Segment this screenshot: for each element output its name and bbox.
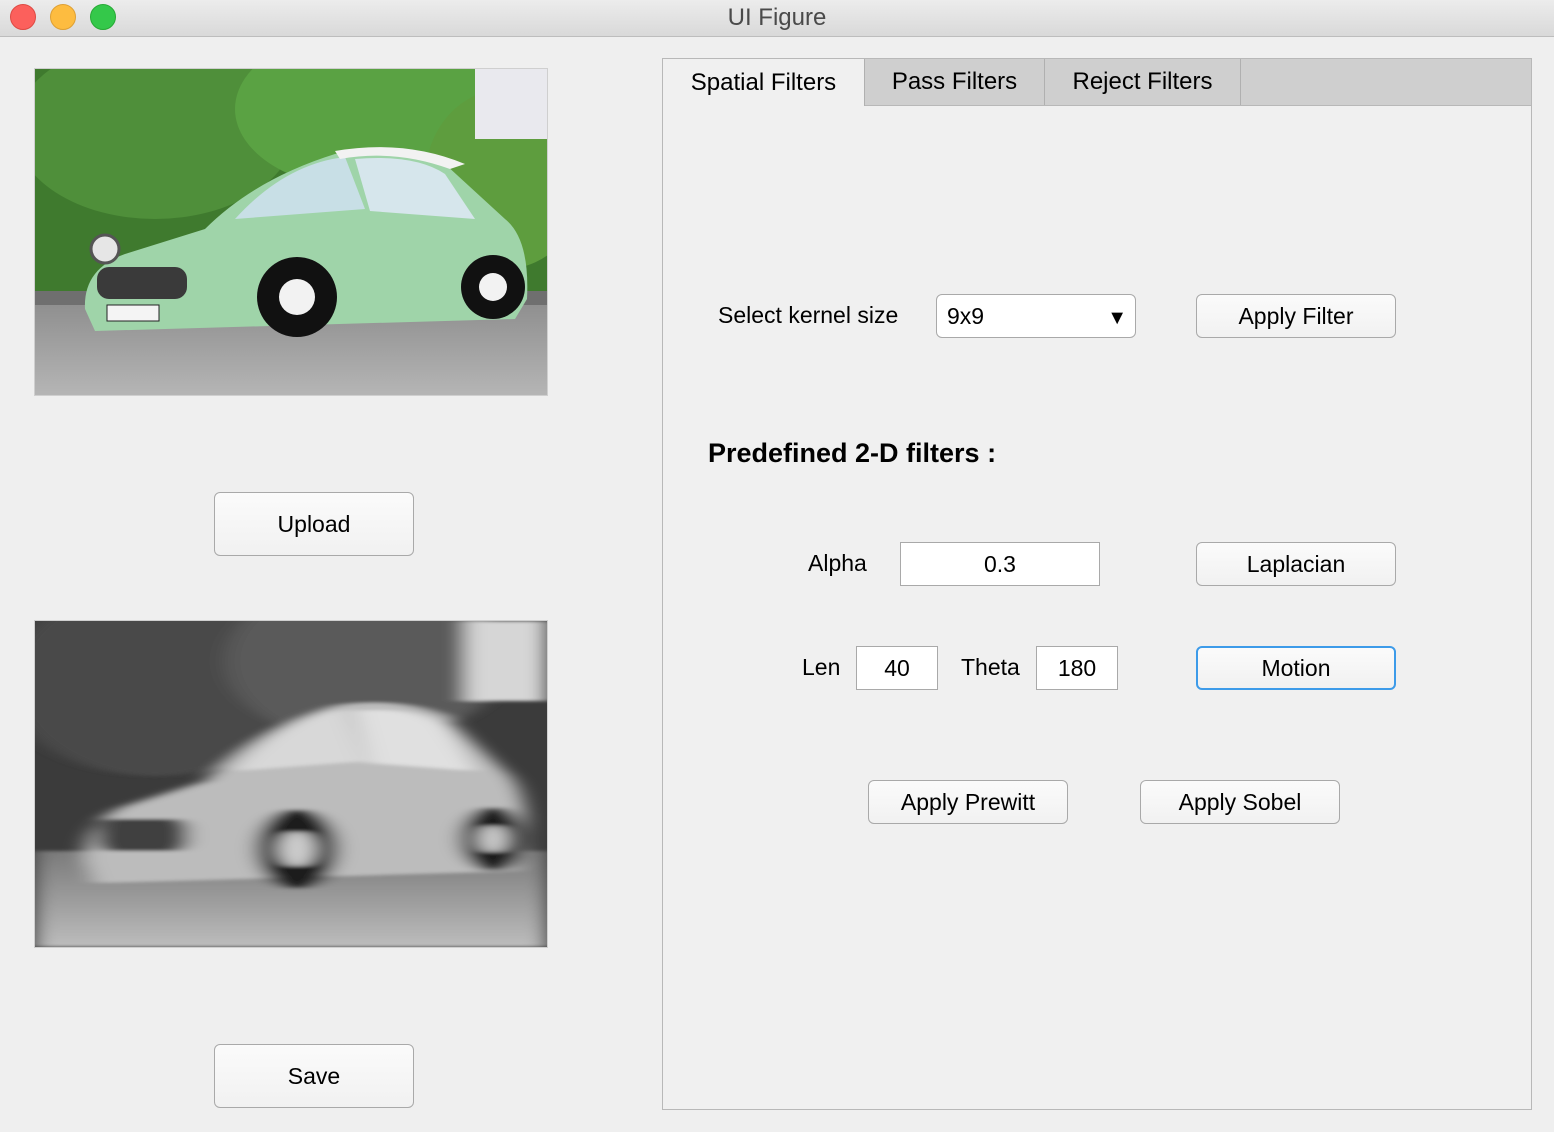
apply-sobel-button[interactable]: Apply Sobel bbox=[1140, 780, 1340, 824]
upload-button[interactable]: Upload bbox=[214, 492, 414, 556]
alpha-label: Alpha bbox=[808, 550, 867, 576]
original-image bbox=[34, 68, 548, 396]
apply-prewitt-button[interactable]: Apply Prewitt bbox=[868, 780, 1068, 824]
kernel-size-value: 9x9 bbox=[947, 303, 985, 329]
laplacian-button[interactable]: Laplacian bbox=[1196, 542, 1396, 586]
len-label: Len bbox=[802, 654, 841, 680]
save-button[interactable]: Save bbox=[214, 1044, 414, 1108]
theta-label: Theta bbox=[961, 654, 1020, 680]
window-title: UI Figure bbox=[727, 4, 827, 31]
car-photo bbox=[35, 69, 547, 395]
tab-pass-filters[interactable]: Pass Filters bbox=[865, 59, 1045, 105]
motion-blurred-car-photo bbox=[35, 621, 547, 947]
tab-strip: Spatial Filters Pass Filters Reject Filt… bbox=[663, 59, 1531, 106]
alpha-input[interactable]: 0.3 bbox=[900, 542, 1100, 586]
filtered-image bbox=[34, 620, 548, 948]
apply-filter-button[interactable]: Apply Filter bbox=[1196, 294, 1396, 338]
predefined-filters-heading: Predefined 2-D filters : bbox=[708, 438, 997, 468]
theta-input[interactable]: 180 bbox=[1036, 646, 1118, 690]
chevron-down-icon: ▼ bbox=[1107, 307, 1127, 329]
kernel-size-dropdown[interactable]: 9x9 ▼ bbox=[936, 294, 1136, 338]
tab-spatial-filters[interactable]: Spatial Filters bbox=[663, 59, 865, 106]
tab-reject-filters[interactable]: Reject Filters bbox=[1045, 59, 1241, 105]
len-input[interactable]: 40 bbox=[856, 646, 938, 690]
title-bar: UI Figure bbox=[0, 0, 1554, 37]
motion-button[interactable]: Motion bbox=[1196, 646, 1396, 690]
kernel-size-label: Select kernel size bbox=[718, 302, 899, 328]
